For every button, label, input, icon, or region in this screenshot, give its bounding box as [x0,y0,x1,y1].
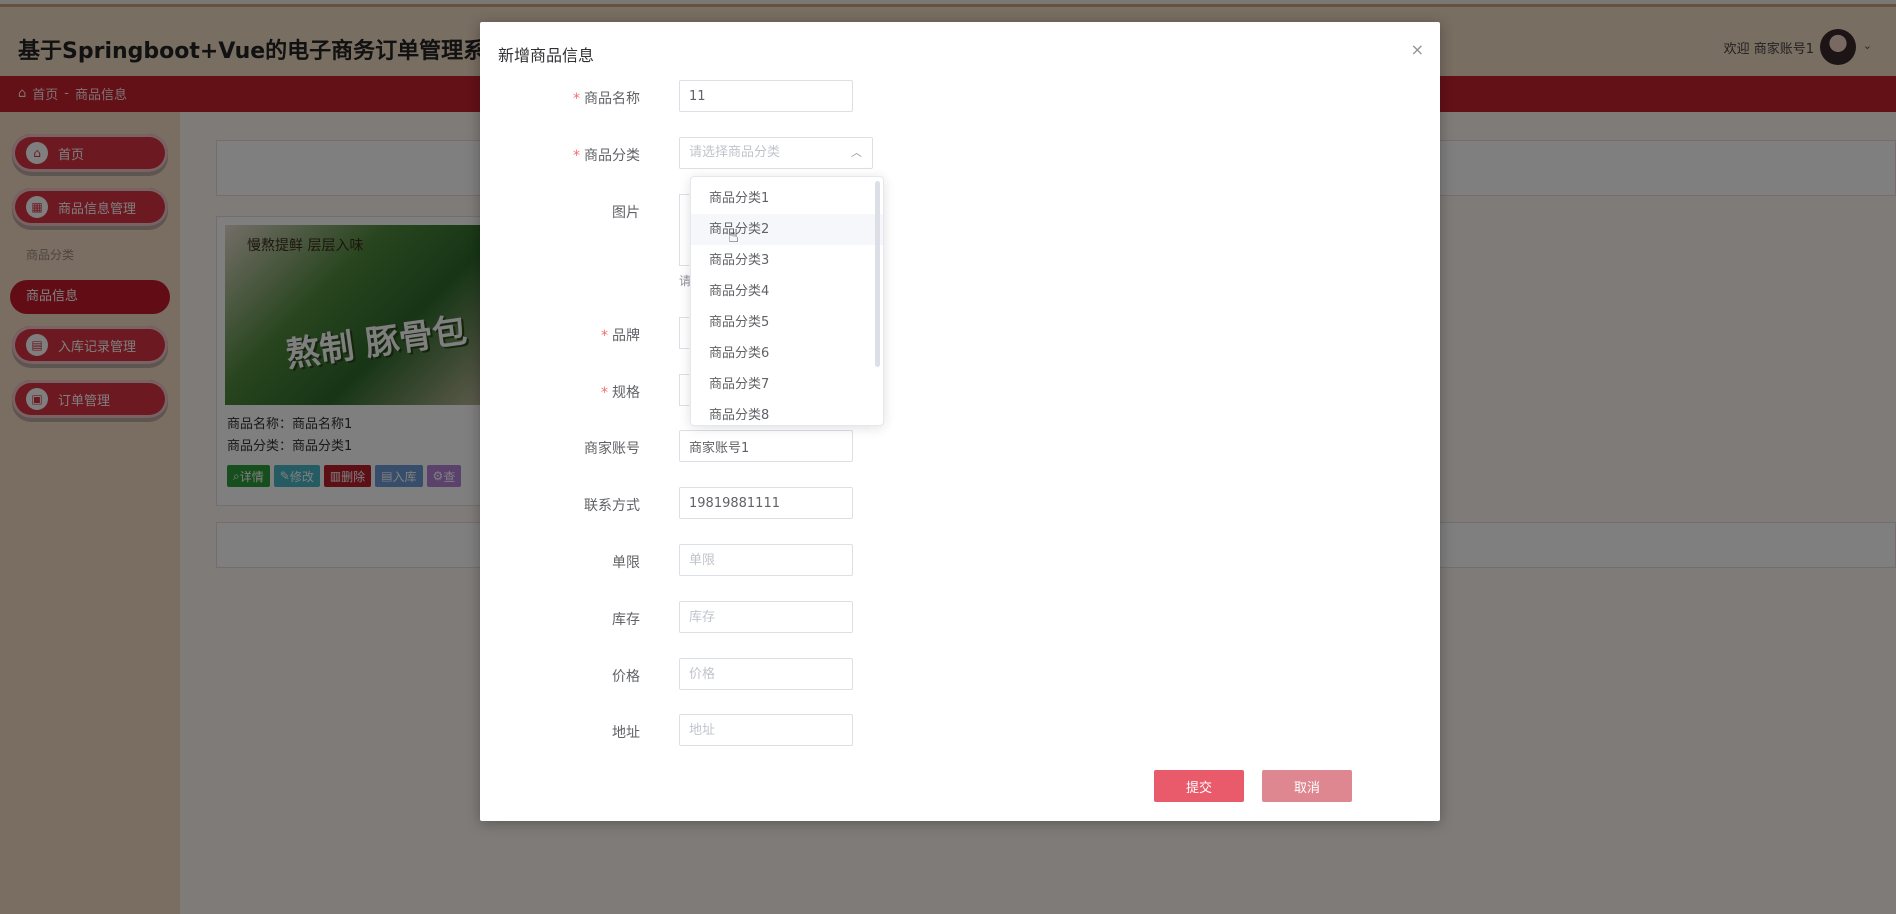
field-label: 单限 [612,555,640,571]
form-row-category: * 商品分类 请选择商品分类 ︿ [480,137,1440,171]
field-label: * 商品名称 [573,91,640,107]
price-input[interactable] [679,658,853,690]
close-icon[interactable]: × [1411,40,1424,59]
field-label: 价格 [612,669,640,685]
category-option[interactable]: 商品分类1 [691,183,883,214]
category-option[interactable]: 商品分类2 [691,214,883,245]
category-select-placeholder: 请选择商品分类 [689,145,781,160]
category-select[interactable]: 请选择商品分类 ︿ [679,137,873,169]
category-option[interactable]: 商品分类6 [691,338,883,369]
form-row-address: 地址 [480,714,1440,748]
field-label: 库存 [612,612,640,628]
form-row-stock: 库存 [480,601,1440,635]
field-label: 联系方式 [584,498,640,514]
category-option[interactable]: 商品分类8 [691,400,883,425]
category-option[interactable]: 商品分类3 [691,245,883,276]
form-row-brand: * 品牌 [480,317,1440,351]
product-name-input[interactable] [679,80,853,112]
merchant-account-input[interactable] [679,430,853,462]
required-mark: * [573,91,580,107]
spec-input[interactable] [679,374,689,406]
category-option[interactable]: 商品分类7 [691,369,883,400]
hand-cursor-icon: ☝ [728,226,739,247]
category-option[interactable]: 商品分类5 [691,307,883,338]
form-row-merchant: 商家账号 [480,430,1440,464]
required-mark: * [573,148,580,164]
form-row-price: 价格 [480,658,1440,692]
limit-input[interactable] [679,544,853,576]
field-label: 商家账号 [584,441,640,457]
form-row-image: 图片 请 [480,194,1440,288]
form-row-contact: 联系方式 [480,487,1440,521]
field-label: 地址 [612,725,640,741]
category-option-list: 商品分类1 商品分类2 商品分类3 商品分类4 商品分类5 商品分类6 商品分类… [691,177,883,425]
field-label: * 商品分类 [573,148,640,164]
form-row-limit: 单限 [480,544,1440,578]
dialog-title: 新增商品信息 [498,46,595,65]
required-mark: * [601,385,608,401]
category-option[interactable]: 商品分类4 [691,276,883,307]
address-input[interactable] [679,714,853,746]
category-dropdown: 商品分类1 商品分类2 商品分类3 商品分类4 商品分类5 商品分类6 商品分类… [690,176,884,426]
required-mark: * [601,328,608,344]
form-row-name: * 商品名称 [480,80,1440,114]
field-label: * 规格 [601,385,640,401]
form-row-spec: * 规格 [480,374,1440,408]
chevron-up-icon: ︿ [851,146,862,159]
add-product-dialog: 新增商品信息 × *商品名称 *商品分类 请选择商品分类 ︿ 图片 请 *品牌 … [480,22,1440,821]
field-label: * 品牌 [601,328,640,344]
stock-input[interactable] [679,601,853,633]
brand-input[interactable] [679,317,689,349]
dropdown-scrollbar[interactable] [875,181,880,367]
cancel-button[interactable]: 取消 [1262,770,1352,802]
field-label: 图片 [612,205,640,221]
contact-input[interactable] [679,487,853,519]
submit-button[interactable]: 提交 [1154,770,1244,802]
image-upload[interactable] [679,194,689,266]
